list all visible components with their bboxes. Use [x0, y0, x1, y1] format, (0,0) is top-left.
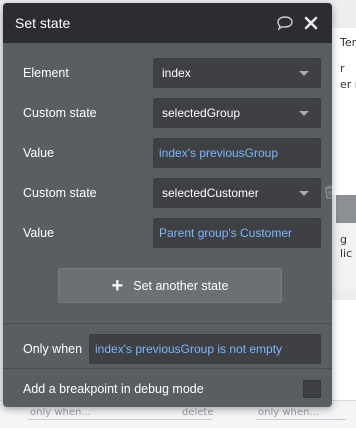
- divider: [3, 323, 332, 324]
- delete-link[interactable]: delete: [182, 407, 214, 418]
- only-when-expression-field[interactable]: index's previousGroup is not empty: [89, 334, 321, 364]
- divider: [3, 368, 332, 369]
- value-expression: Parent group's Customer: [159, 226, 293, 240]
- custom-state-value: selectedCustomer: [162, 186, 259, 200]
- background-text: g: [340, 233, 347, 246]
- comment-icon[interactable]: [276, 14, 294, 32]
- breakpoint-checkbox[interactable]: [303, 380, 321, 398]
- only-when-expression: index's previousGroup is not empty: [95, 342, 283, 356]
- background-text: r: [340, 62, 345, 75]
- only-when-placeholder[interactable]: only when...: [258, 407, 319, 418]
- custom-state-label: Custom state: [23, 106, 97, 120]
- custom-state-row: Custom state selectedCustomer: [3, 178, 332, 208]
- set-another-state-label: Set another state: [133, 278, 229, 293]
- background-text: er n: [340, 78, 356, 91]
- panel-title: Set state: [15, 15, 71, 31]
- plus-icon: +: [111, 274, 124, 297]
- breakpoint-label: Add a breakpoint in debug mode: [23, 382, 204, 396]
- background-text: Ten: [340, 36, 356, 49]
- chevron-down-icon: [299, 71, 309, 76]
- background-element-header: [336, 195, 356, 223]
- only-when-placeholder[interactable]: only when...: [30, 407, 91, 418]
- element-dropdown[interactable]: index: [153, 58, 321, 88]
- element-row: Element index: [3, 58, 332, 88]
- custom-state-row: Custom state selectedGroup: [3, 98, 332, 128]
- value-expression-field[interactable]: Parent group's Customer: [153, 218, 321, 248]
- set-state-panel: Set state Element index Custom state sel…: [3, 3, 332, 407]
- element-label: Element: [23, 66, 69, 80]
- only-when-row: Only when index's previousGroup is not e…: [3, 334, 332, 364]
- set-another-state-button[interactable]: + Set another state: [58, 268, 282, 303]
- background-text: lic: [340, 247, 353, 260]
- value-row: Value index's previousGroup: [3, 138, 332, 168]
- custom-state-value: selectedGroup: [162, 106, 241, 120]
- chevron-down-icon: [299, 111, 309, 116]
- close-icon[interactable]: [302, 14, 320, 32]
- divider: [256, 419, 346, 420]
- value-expression: index's previousGroup: [159, 146, 279, 160]
- only-when-label: Only when: [23, 342, 83, 356]
- value-label: Value: [23, 146, 55, 160]
- divider: [28, 419, 212, 420]
- custom-state-dropdown[interactable]: selectedCustomer: [153, 178, 321, 208]
- value-label: Value: [23, 226, 55, 240]
- custom-state-label: Custom state: [23, 186, 97, 200]
- chevron-down-icon: [299, 191, 309, 196]
- trash-icon[interactable]: [323, 184, 332, 200]
- value-expression-field[interactable]: index's previousGroup: [153, 138, 321, 168]
- element-value: index: [162, 66, 191, 80]
- custom-state-dropdown[interactable]: selectedGroup: [153, 98, 321, 128]
- panel-header: Set state: [3, 3, 332, 43]
- breakpoint-row: Add a breakpoint in debug mode: [3, 374, 332, 404]
- value-row: Value Parent group's Customer: [3, 218, 332, 248]
